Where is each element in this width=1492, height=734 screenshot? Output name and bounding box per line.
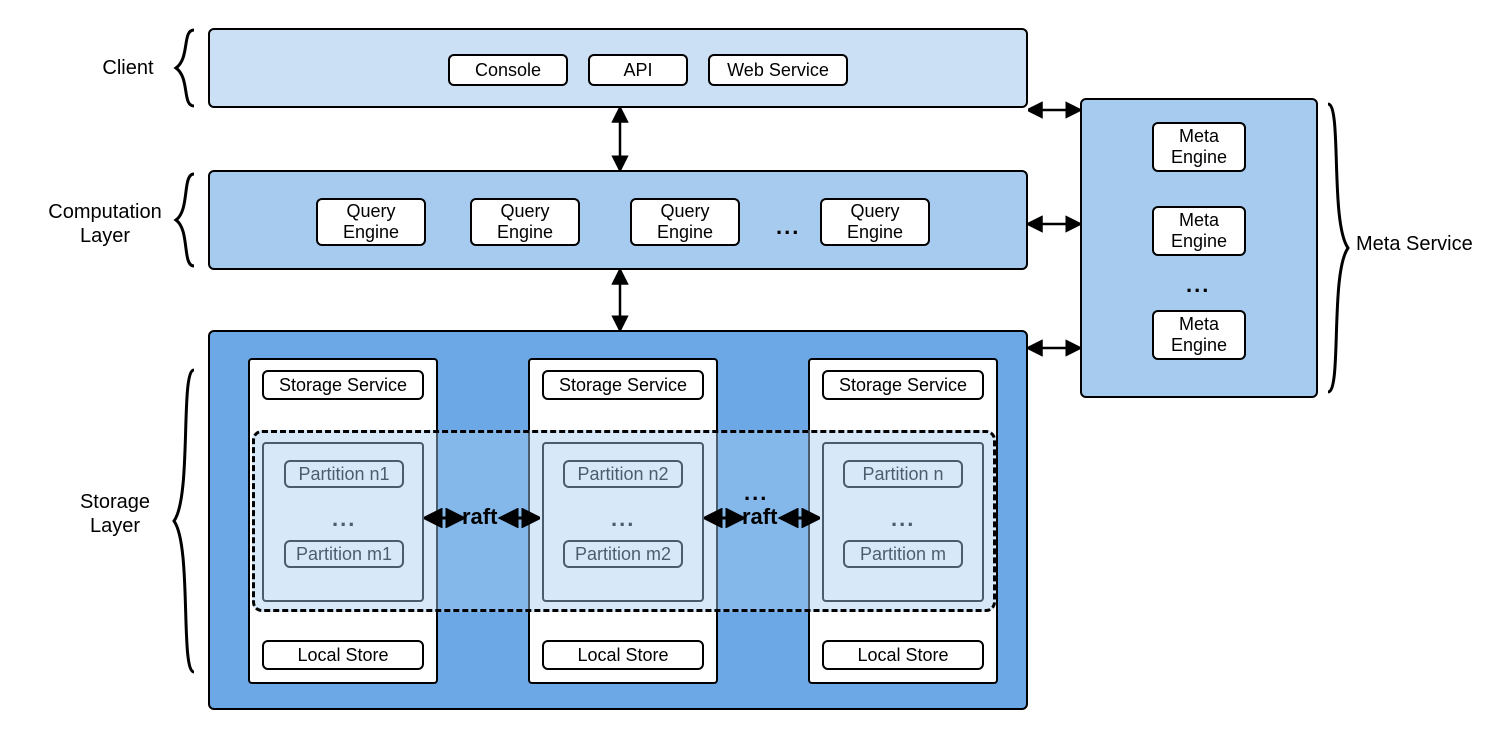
brace-meta xyxy=(1322,100,1352,396)
brace-storage xyxy=(170,366,200,676)
raft-label-1: raft xyxy=(462,504,497,530)
storage-service-1: Storage Service xyxy=(262,370,424,400)
query-engine-2: Query Engine xyxy=(470,198,580,246)
local-store-1: Local Store xyxy=(262,640,424,670)
arrow-compute-storage xyxy=(610,270,630,330)
meta-engine-n: Meta Engine xyxy=(1152,310,1246,360)
meta-engine-2: Meta Engine xyxy=(1152,206,1246,256)
client-api: API xyxy=(588,54,688,86)
storage-service-2: Storage Service xyxy=(542,370,704,400)
local-store-2: Local Store xyxy=(542,640,704,670)
storage-label: Storage Layer xyxy=(60,490,170,538)
brace-compute xyxy=(170,172,200,268)
client-console: Console xyxy=(448,54,568,86)
meta-engine-1: Meta Engine xyxy=(1152,122,1246,172)
raft-group-box xyxy=(252,430,996,612)
meta-label: Meta Service xyxy=(1356,232,1486,256)
arrow-client-meta xyxy=(1028,100,1080,120)
storage-service-3: Storage Service xyxy=(822,370,984,400)
client-webservice: Web Service xyxy=(708,54,848,86)
client-label: Client xyxy=(88,56,168,80)
arrow-compute-meta xyxy=(1028,214,1080,234)
compute-label: Computation Layer xyxy=(40,200,170,248)
query-engine-1: Query Engine xyxy=(316,198,426,246)
raft-label-2: raft xyxy=(742,504,777,530)
query-engine-3: Query Engine xyxy=(630,198,740,246)
local-store-3: Local Store xyxy=(822,640,984,670)
brace-client xyxy=(170,28,200,108)
query-engine-n: Query Engine xyxy=(820,198,930,246)
arrow-storage-meta xyxy=(1028,338,1080,358)
raft-node-ellipsis: ... xyxy=(744,480,768,506)
meta-ellipsis: ... xyxy=(1186,272,1210,298)
arrow-client-compute xyxy=(610,108,630,170)
qe-ellipsis: ... xyxy=(776,214,800,240)
